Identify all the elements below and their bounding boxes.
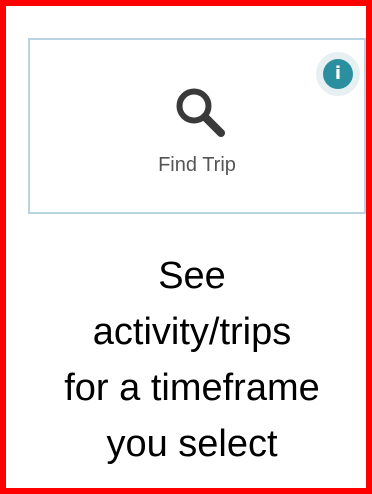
- caption-line: for a timeframe: [64, 367, 320, 409]
- caption-line: activity/trips: [92, 311, 292, 353]
- annotation-frame: Find Trip i See activity/trips for a tim…: [0, 0, 372, 494]
- info-button[interactable]: i: [316, 52, 360, 96]
- find-trip-tile[interactable]: Find Trip i: [28, 38, 366, 214]
- find-trip-label: Find Trip: [158, 154, 236, 176]
- caption-line: See: [158, 255, 226, 297]
- search-icon: [176, 88, 225, 137]
- description-caption: See activity/trips for a timeframe you s…: [12, 248, 372, 472]
- caption-line: you select: [106, 423, 278, 465]
- info-icon: i: [323, 59, 353, 89]
